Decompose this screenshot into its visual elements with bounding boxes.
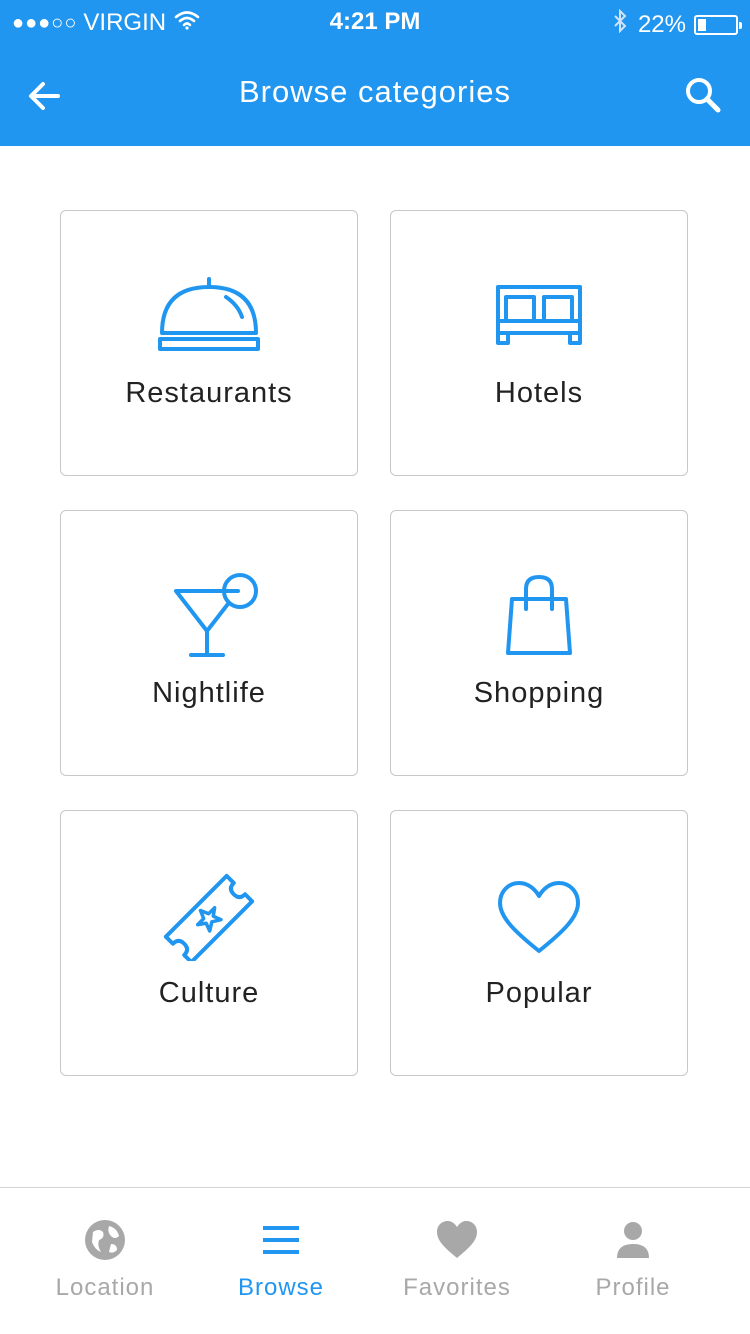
tab-location[interactable]: Location [17,1188,193,1334]
user-icon [545,1218,721,1262]
shopping-bag-icon [391,571,687,661]
menu-icon [193,1218,369,1262]
bed-icon [391,271,687,361]
category-label: Nightlife [152,677,266,709]
cloche-icon [61,271,357,361]
tab-label: Favorites [403,1274,511,1301]
category-tile-restaurants[interactable]: Restaurants [60,210,358,476]
status-bar: ●●●○○ VIRGIN 4:21 PM 22% [0,0,750,44]
category-tile-shopping[interactable]: Shopping [390,510,688,776]
category-label: Hotels [494,377,584,409]
tab-label: Location [55,1274,155,1301]
page-title: Browse categories [238,74,511,109]
tab-browse[interactable]: Browse [193,1188,369,1334]
category-tile-culture[interactable]: Culture [60,810,358,1076]
globe-icon [17,1218,193,1262]
tab-favorites[interactable]: Favorites [369,1188,545,1334]
category-tile-popular[interactable]: Popular [390,810,688,1076]
cocktail-icon [61,571,357,661]
category-tile-nightlife[interactable]: Nightlife [60,510,358,776]
bluetooth-icon [612,8,628,40]
ticket-icon [61,871,357,961]
category-tile-hotels[interactable]: Hotels [390,210,688,476]
tab-profile[interactable]: Profile [545,1188,721,1334]
navigation-bar: Browse categories [0,44,750,146]
heart-icon [369,1218,545,1262]
category-label: Popular [485,977,593,1009]
category-label: Culture [158,977,260,1009]
category-label: Restaurants [125,377,293,409]
search-icon[interactable] [682,74,726,118]
category-label: Shopping [473,677,605,709]
heart-outline-icon [391,871,687,961]
battery-percent: 22% [637,10,686,38]
tab-label: Browse [237,1274,325,1301]
tab-label: Profile [595,1274,671,1301]
tab-bar: Location Browse Favorites Profile [0,1187,750,1334]
battery-icon [694,14,742,35]
app-header: ●●●○○ VIRGIN 4:21 PM 22% Browse categori… [0,0,750,146]
